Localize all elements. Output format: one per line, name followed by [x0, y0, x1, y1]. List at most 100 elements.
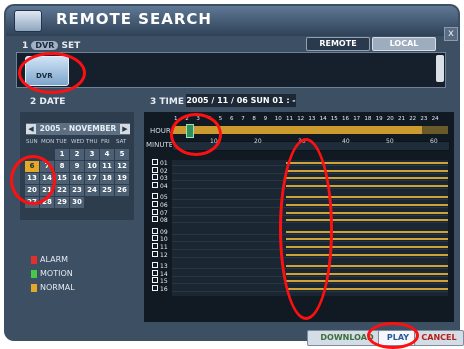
dvr-set-badge: DVR [31, 41, 59, 50]
hour-tick[interactable]: 15 [331, 116, 338, 122]
channel-checkbox[interactable] [152, 277, 158, 284]
hour-tick[interactable]: 23 [420, 116, 427, 122]
weekday-label: MON [41, 139, 55, 145]
legend-swatch-motion [31, 270, 37, 278]
hour-tick[interactable]: 18 [364, 116, 371, 122]
weekday-label: SUN [26, 139, 38, 145]
hour-tick[interactable]: 13 [308, 116, 315, 122]
time-datetime-display: 2005 / 11 / 06 SUN 01 : -- [186, 94, 296, 118]
cancel-button[interactable]: CANCEL [414, 330, 464, 346]
calendar-day[interactable]: 22 [55, 185, 69, 196]
date-section-title: 2 DATE [30, 97, 66, 107]
weekday-label: WED [71, 139, 85, 145]
calendar-day[interactable]: 10 [85, 161, 99, 172]
close-icon[interactable]: x [444, 27, 458, 41]
hour-tick[interactable]: 19 [376, 116, 383, 122]
hour-tick[interactable]: 24 [432, 116, 439, 122]
channel-checkbox[interactable] [152, 262, 158, 269]
hour-tick[interactable]: 20 [387, 116, 394, 122]
channel-checkbox[interactable] [152, 201, 158, 207]
calendar-day[interactable]: 23 [70, 185, 84, 196]
channel-checkbox[interactable] [152, 243, 158, 249]
hour-tick[interactable]: 11 [286, 116, 293, 122]
calendar-day[interactable]: 9 [70, 161, 84, 172]
hour-tick[interactable]: 17 [353, 116, 360, 122]
minute-tick: 60 [430, 138, 438, 145]
hour-label: HOUR [150, 127, 171, 135]
calendar-day[interactable]: 18 [100, 173, 114, 184]
hour-tick[interactable]: 9 [264, 116, 268, 122]
window-title: REMOTE SEARCH [56, 10, 212, 28]
calendar-day[interactable]: 26 [115, 185, 129, 196]
channel-checkbox[interactable] [152, 193, 158, 200]
hour-tick[interactable]: 12 [297, 116, 304, 122]
annotation-ring-hour [170, 113, 222, 156]
channel-checkbox[interactable] [152, 227, 158, 234]
calendar-day[interactable]: 2 [70, 149, 84, 160]
calendar-day[interactable]: 8 [55, 161, 69, 172]
calendar-day[interactable]: 5 [115, 149, 129, 160]
calendar-day[interactable]: 25 [100, 185, 114, 196]
weekday-label: TUE [56, 139, 67, 145]
calendar-day[interactable]: 3 [85, 149, 99, 160]
dvr-camera-icon [14, 10, 42, 32]
dvr-list-scrollbar[interactable] [436, 55, 444, 82]
calendar-month-label: 2005 - NOVEMBER [26, 123, 130, 135]
calendar-day[interactable]: 1 [55, 149, 69, 160]
calendar-day[interactable]: 24 [85, 185, 99, 196]
remote-search-window: { "window": { "title": "REMOTE SEARCH", … [0, 0, 464, 349]
channel-checkbox[interactable] [152, 208, 158, 215]
hour-tick[interactable]: 10 [275, 116, 282, 122]
calendar-day[interactable]: 15 [55, 173, 69, 184]
dvr-set-label: SET [61, 41, 81, 51]
calendar-day[interactable]: 17 [85, 173, 99, 184]
chevron-right-icon[interactable]: ▶ [120, 124, 130, 134]
channel-label: 16 [160, 286, 168, 293]
hour-tick[interactable]: 8 [252, 116, 256, 122]
legend-swatch-normal [31, 284, 37, 292]
hour-tick[interactable]: 7 [241, 116, 245, 122]
channel-label: 08 [160, 217, 168, 225]
hour-tick[interactable]: 14 [320, 116, 327, 122]
tab-remote[interactable]: REMOTE [306, 37, 370, 51]
weekday-label: FRI [101, 139, 110, 145]
legend-label-alarm: ALARM [40, 255, 69, 264]
calendar-day[interactable]: 29 [55, 197, 69, 208]
calendar-day[interactable]: 16 [70, 173, 84, 184]
channel-checkbox[interactable] [152, 166, 158, 173]
tab-local[interactable]: LOCAL [372, 37, 436, 51]
calendar-day[interactable]: 11 [100, 161, 114, 172]
channel-checkbox[interactable] [152, 174, 158, 181]
hour-tick[interactable]: 5 [219, 116, 223, 122]
legend-swatch-alarm [31, 256, 37, 264]
calendar-day[interactable]: 30 [70, 197, 84, 208]
weekday-label: SAT [116, 139, 127, 145]
minute-label: MINUTE [146, 141, 174, 149]
calendar-day[interactable]: 12 [115, 161, 129, 172]
hour-tick[interactable]: 21 [398, 116, 405, 122]
calendar-day[interactable]: 19 [115, 173, 129, 184]
channel-checkbox[interactable] [152, 235, 158, 242]
channel-checkbox[interactable] [152, 159, 158, 165]
annotation-ring-records [279, 138, 333, 320]
channel-row[interactable]: 04 [152, 181, 168, 190]
legend-label-motion: MOTION [40, 269, 73, 278]
channel-row[interactable]: 08 [152, 216, 168, 224]
channel-row[interactable]: 16 [152, 285, 168, 293]
hour-tick[interactable]: 22 [409, 116, 416, 122]
channel-checkbox[interactable] [152, 269, 158, 276]
hour-tick[interactable]: 16 [342, 116, 349, 122]
channel-checkbox[interactable] [152, 250, 158, 257]
hour-tick[interactable]: 6 [230, 116, 234, 122]
dvr-set-number: 1 [22, 41, 29, 51]
chevron-left-icon[interactable]: ◀ [26, 124, 36, 134]
weekday-label: THU [86, 139, 98, 145]
channel-checkbox[interactable] [152, 285, 158, 291]
calendar-day[interactable]: 4 [100, 149, 114, 160]
channel-row[interactable]: 12 [152, 250, 168, 259]
legend-label-normal: NORMAL [40, 283, 75, 292]
channel-checkbox[interactable] [152, 181, 158, 188]
channel-label: 04 [160, 182, 168, 190]
annotation-ring-date [10, 155, 56, 205]
channel-checkbox[interactable] [152, 216, 158, 223]
